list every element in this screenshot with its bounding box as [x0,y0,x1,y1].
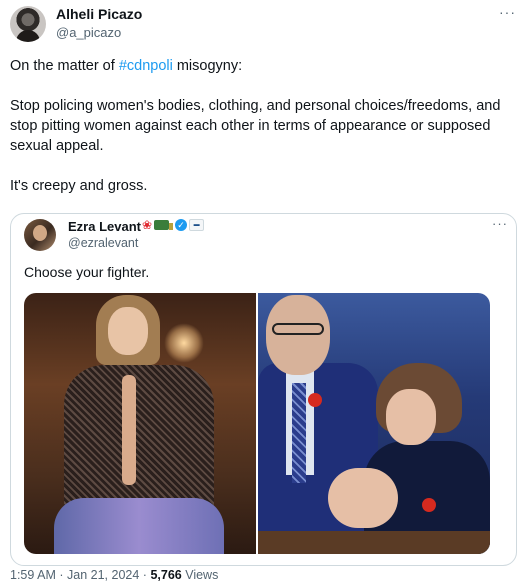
quoted-more-options-icon[interactable]: ··· [492,216,508,231]
quoted-author-badges: ❀ ✓ ▬ [142,218,205,232]
affiliation-badge-icon: ▬ [189,219,205,231]
photo-woman-sheer-dress[interactable] [24,293,256,554]
text-prefix: On the matter of [10,58,119,74]
quoted-tweet[interactable]: Ezra Levant ❀ ✓ ▬ @ezralevant ··· Choose… [10,213,517,566]
quoted-tweet-text: Choose your fighter. [24,264,150,280]
views-label: Views [185,568,219,582]
hashtag-link[interactable]: #cdnpoli [119,58,173,74]
photo-parliament-man-and-woman[interactable] [258,293,490,554]
quoted-author-name[interactable]: Ezra Levant [68,219,141,234]
tweet-text: On the matter of #cdnpoli misogyny: Stop… [10,56,520,196]
verified-badge-icon: ✓ [175,219,188,231]
quoted-author-avatar[interactable] [24,219,56,251]
maple-leaf-icon: ❀ [142,218,153,232]
tweet: Alheli Picazo @a_picazo ··· On the matte… [0,0,530,586]
tweet-meta: 1:59 AM · Jan 21, 2024 · 5,766 Views [10,568,218,582]
tweet-date[interactable]: Jan 21, 2024 [67,568,139,582]
author-avatar[interactable] [10,6,46,42]
more-options-icon[interactable]: ··· [499,4,516,20]
author-name[interactable]: Alheli Picazo [56,6,142,22]
tweet-text-paragraph-3: It's creepy and gross. [10,178,148,194]
tweet-time[interactable]: 1:59 AM [10,568,56,582]
tweet-text-paragraph-2: Stop policing women's bodies, clothing, … [10,98,501,154]
author-handle[interactable]: @a_picazo [56,25,121,40]
meta-separator-2: · [142,568,147,582]
truck-icon [154,220,174,230]
quoted-author-handle[interactable]: @ezralevant [68,236,138,250]
views-count: 5,766 [150,568,182,582]
meta-separator: · [59,568,64,582]
quoted-media [24,293,490,554]
tweet-text-line-1: On the matter of #cdnpoli misogyny: [10,56,520,76]
text-suffix: misogyny: [172,58,243,74]
